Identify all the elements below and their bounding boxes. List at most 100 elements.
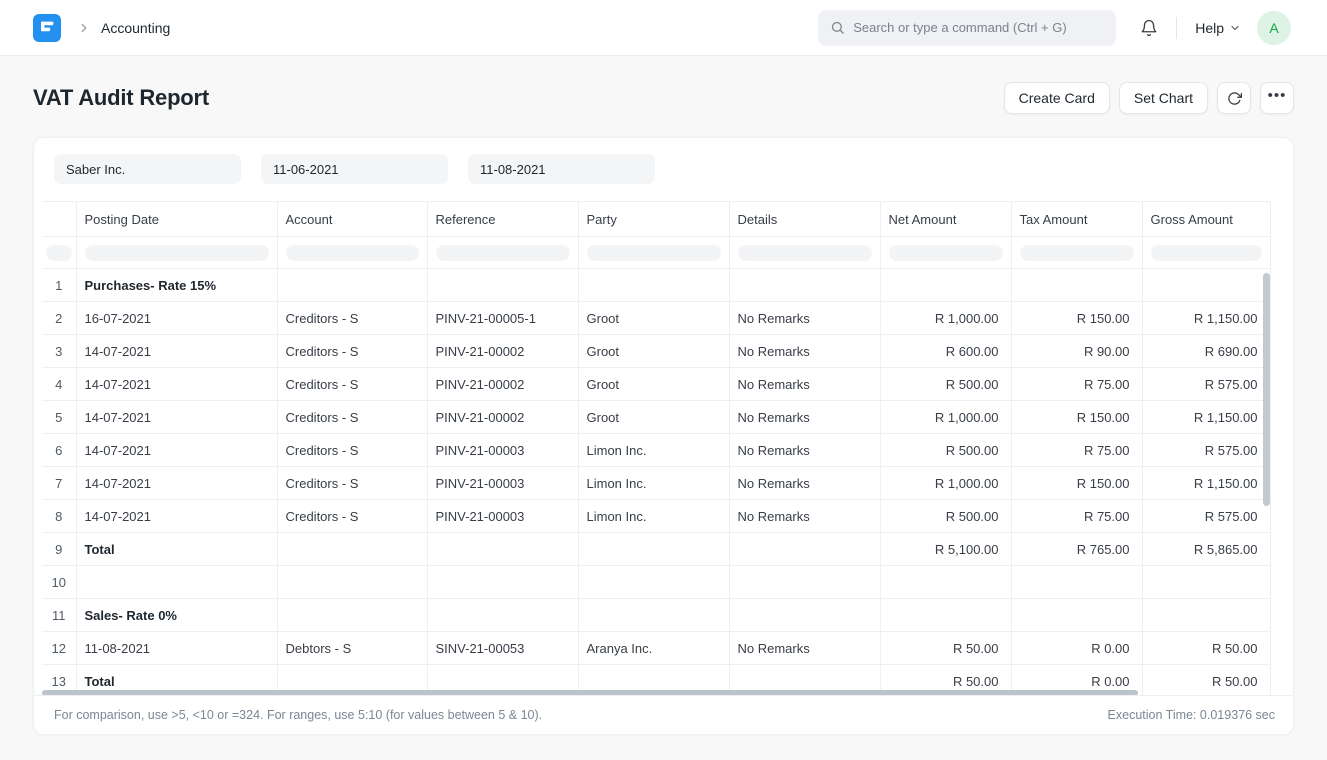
- cell-net-amount[interactable]: [880, 566, 1011, 599]
- cell-reference[interactable]: PINV-21-00003: [427, 434, 578, 467]
- cell-gross-amount[interactable]: [1142, 599, 1270, 632]
- cell-gross-amount[interactable]: R 50.00: [1142, 665, 1270, 698]
- row-number[interactable]: 7: [42, 467, 76, 500]
- column-header-details[interactable]: Details: [729, 202, 880, 237]
- cell-net-amount[interactable]: R 500.00: [880, 500, 1011, 533]
- cell-party[interactable]: [578, 533, 729, 566]
- cell-party[interactable]: Groot: [578, 368, 729, 401]
- column-filter-input-details[interactable]: [738, 245, 872, 261]
- cell-party[interactable]: Groot: [578, 335, 729, 368]
- cell-tax-amount[interactable]: [1011, 599, 1142, 632]
- cell-account[interactable]: [277, 566, 427, 599]
- column-filter-input-party[interactable]: [587, 245, 721, 261]
- cell-account[interactable]: [277, 269, 427, 302]
- cell-account[interactable]: Creditors - S: [277, 335, 427, 368]
- cell-tax-amount[interactable]: [1011, 566, 1142, 599]
- cell-account[interactable]: Creditors - S: [277, 434, 427, 467]
- cell-posting-date[interactable]: 14-07-2021: [76, 335, 277, 368]
- column-filter-input-tax-amount[interactable]: [1020, 245, 1134, 261]
- cell-tax-amount[interactable]: R 150.00: [1011, 401, 1142, 434]
- cell-account[interactable]: [277, 533, 427, 566]
- cell-gross-amount[interactable]: R 5,865.00: [1142, 533, 1270, 566]
- user-avatar[interactable]: A: [1257, 11, 1291, 45]
- cell-tax-amount[interactable]: R 75.00: [1011, 434, 1142, 467]
- cell-party[interactable]: Groot: [578, 401, 729, 434]
- cell-details[interactable]: No Remarks: [729, 467, 880, 500]
- column-header-posting-date[interactable]: Posting Date: [76, 202, 277, 237]
- cell-reference[interactable]: PINV-21-00002: [427, 401, 578, 434]
- cell-details[interactable]: No Remarks: [729, 368, 880, 401]
- menu-button[interactable]: •••: [1260, 82, 1294, 114]
- cell-reference[interactable]: [427, 599, 578, 632]
- cell-account[interactable]: Debtors - S: [277, 632, 427, 665]
- cell-details[interactable]: No Remarks: [729, 500, 880, 533]
- cell-gross-amount[interactable]: R 1,150.00: [1142, 401, 1270, 434]
- row-number[interactable]: 6: [42, 434, 76, 467]
- row-number[interactable]: 10: [42, 566, 76, 599]
- cell-gross-amount[interactable]: R 1,150.00: [1142, 467, 1270, 500]
- cell-gross-amount[interactable]: R 50.00: [1142, 632, 1270, 665]
- cell-reference[interactable]: PINV-21-00005-1: [427, 302, 578, 335]
- cell-tax-amount[interactable]: R 0.00: [1011, 632, 1142, 665]
- to-date-filter-input[interactable]: [468, 154, 655, 184]
- company-filter-input[interactable]: [54, 154, 241, 184]
- cell-gross-amount[interactable]: [1142, 566, 1270, 599]
- row-number[interactable]: 3: [42, 335, 76, 368]
- cell-gross-amount[interactable]: R 575.00: [1142, 434, 1270, 467]
- cell-reference[interactable]: PINV-21-00002: [427, 368, 578, 401]
- app-logo-icon[interactable]: [33, 14, 61, 42]
- cell-account[interactable]: Creditors - S: [277, 401, 427, 434]
- cell-gross-amount[interactable]: R 690.00: [1142, 335, 1270, 368]
- row-number[interactable]: 12: [42, 632, 76, 665]
- cell-reference[interactable]: [427, 269, 578, 302]
- row-number[interactable]: 2: [42, 302, 76, 335]
- cell-net-amount[interactable]: R 500.00: [880, 368, 1011, 401]
- cell-gross-amount[interactable]: R 1,150.00: [1142, 302, 1270, 335]
- cell-posting-date[interactable]: Sales- Rate 0%: [76, 599, 277, 632]
- cell-details[interactable]: [729, 269, 880, 302]
- row-number[interactable]: 1: [42, 269, 76, 302]
- cell-party[interactable]: [578, 269, 729, 302]
- cell-reference[interactable]: SINV-21-00053: [427, 632, 578, 665]
- cell-account[interactable]: Creditors - S: [277, 302, 427, 335]
- cell-party[interactable]: [578, 599, 729, 632]
- refresh-button[interactable]: [1217, 82, 1251, 114]
- cell-party[interactable]: [578, 566, 729, 599]
- row-number[interactable]: 5: [42, 401, 76, 434]
- cell-posting-date[interactable]: 14-07-2021: [76, 434, 277, 467]
- cell-tax-amount[interactable]: R 150.00: [1011, 467, 1142, 500]
- row-number[interactable]: 9: [42, 533, 76, 566]
- breadcrumb[interactable]: Accounting: [101, 20, 170, 36]
- cell-party[interactable]: Limon Inc.: [578, 500, 729, 533]
- cell-details[interactable]: No Remarks: [729, 434, 880, 467]
- column-filter-input-account[interactable]: [286, 245, 419, 261]
- cell-net-amount[interactable]: R 50.00: [880, 632, 1011, 665]
- help-menu-button[interactable]: Help: [1195, 20, 1241, 36]
- row-filter-input[interactable]: [46, 245, 72, 261]
- cell-details[interactable]: No Remarks: [729, 335, 880, 368]
- cell-posting-date[interactable]: 16-07-2021: [76, 302, 277, 335]
- cell-reference[interactable]: [427, 533, 578, 566]
- cell-details[interactable]: No Remarks: [729, 302, 880, 335]
- cell-posting-date[interactable]: 14-07-2021: [76, 368, 277, 401]
- cell-party[interactable]: Limon Inc.: [578, 434, 729, 467]
- cell-posting-date[interactable]: Total: [76, 533, 277, 566]
- cell-gross-amount[interactable]: R 575.00: [1142, 500, 1270, 533]
- cell-posting-date[interactable]: Purchases- Rate 15%: [76, 269, 277, 302]
- cell-tax-amount[interactable]: R 75.00: [1011, 500, 1142, 533]
- cell-account[interactable]: Creditors - S: [277, 500, 427, 533]
- cell-reference[interactable]: [427, 566, 578, 599]
- cell-tax-amount[interactable]: R 150.00: [1011, 302, 1142, 335]
- cell-posting-date[interactable]: 14-07-2021: [76, 500, 277, 533]
- cell-posting-date[interactable]: 11-08-2021: [76, 632, 277, 665]
- column-header-reference[interactable]: Reference: [427, 202, 578, 237]
- column-header-party[interactable]: Party: [578, 202, 729, 237]
- column-header-account[interactable]: Account: [277, 202, 427, 237]
- cell-party[interactable]: Groot: [578, 302, 729, 335]
- search-input[interactable]: [853, 20, 1104, 35]
- column-header-net-amount[interactable]: Net Amount: [880, 202, 1011, 237]
- cell-details[interactable]: [729, 599, 880, 632]
- cell-party[interactable]: Aranya Inc.: [578, 632, 729, 665]
- cell-posting-date[interactable]: 14-07-2021: [76, 467, 277, 500]
- cell-account[interactable]: Creditors - S: [277, 467, 427, 500]
